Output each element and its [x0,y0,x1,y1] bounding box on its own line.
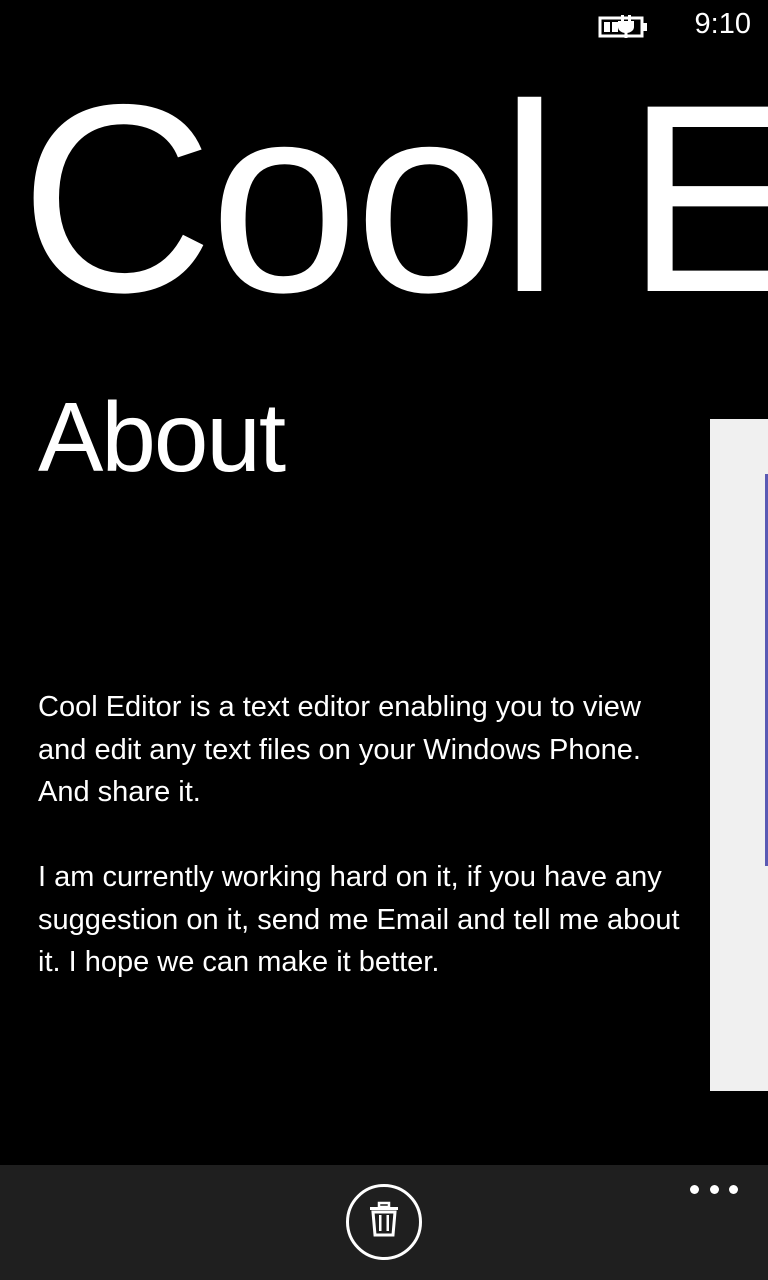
delete-icon [367,1201,401,1243]
status-clock: 9:10 [694,8,751,40]
delete-button[interactable] [346,1184,422,1260]
app-bar [0,1165,768,1280]
about-paragraph: Cool Editor is a text editor enabling yo… [38,691,641,808]
about-description: Cool Editor is a text editor enabling yo… [38,686,688,1026]
ellipsis-icon [729,1184,738,1194]
battery-charging-icon [598,13,650,39]
ellipsis-icon [690,1184,699,1194]
panorama-title: Cool Editor [20,48,768,348]
section-title: About [38,382,286,492]
about-paragraph: I am currently working hard on it, if yo… [38,861,680,978]
screen: 9:10 Cool Editor About Cool Editor is a … [0,0,768,1280]
more-options-button[interactable] [690,1177,738,1201]
ellipsis-icon [709,1184,719,1194]
status-bar: 9:10 [0,0,768,48]
next-panorama-item-peek[interactable] [710,419,768,1091]
